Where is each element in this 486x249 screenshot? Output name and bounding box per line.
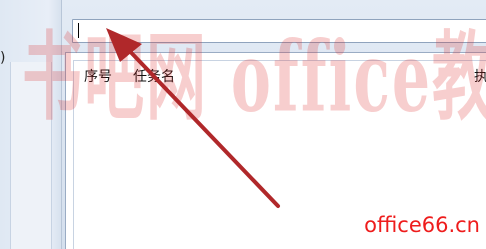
app-window: ) 序号 任务名 执 书吧网 office教程网 office66.cn [0, 0, 486, 249]
column-header-execute[interactable]: 执 [474, 66, 486, 86]
task-list-panel[interactable] [65, 52, 486, 249]
task-name-input[interactable] [72, 19, 486, 43]
left-pane: ) [0, 0, 62, 249]
task-list-body [73, 60, 486, 249]
column-header-sequence[interactable]: 序号 [84, 66, 112, 86]
column-header-task-name[interactable]: 任务名 [133, 66, 175, 86]
text-cursor [78, 23, 79, 38]
left-pane-text-fragment: ) [0, 50, 6, 66]
left-pane-list[interactable] [10, 62, 52, 249]
